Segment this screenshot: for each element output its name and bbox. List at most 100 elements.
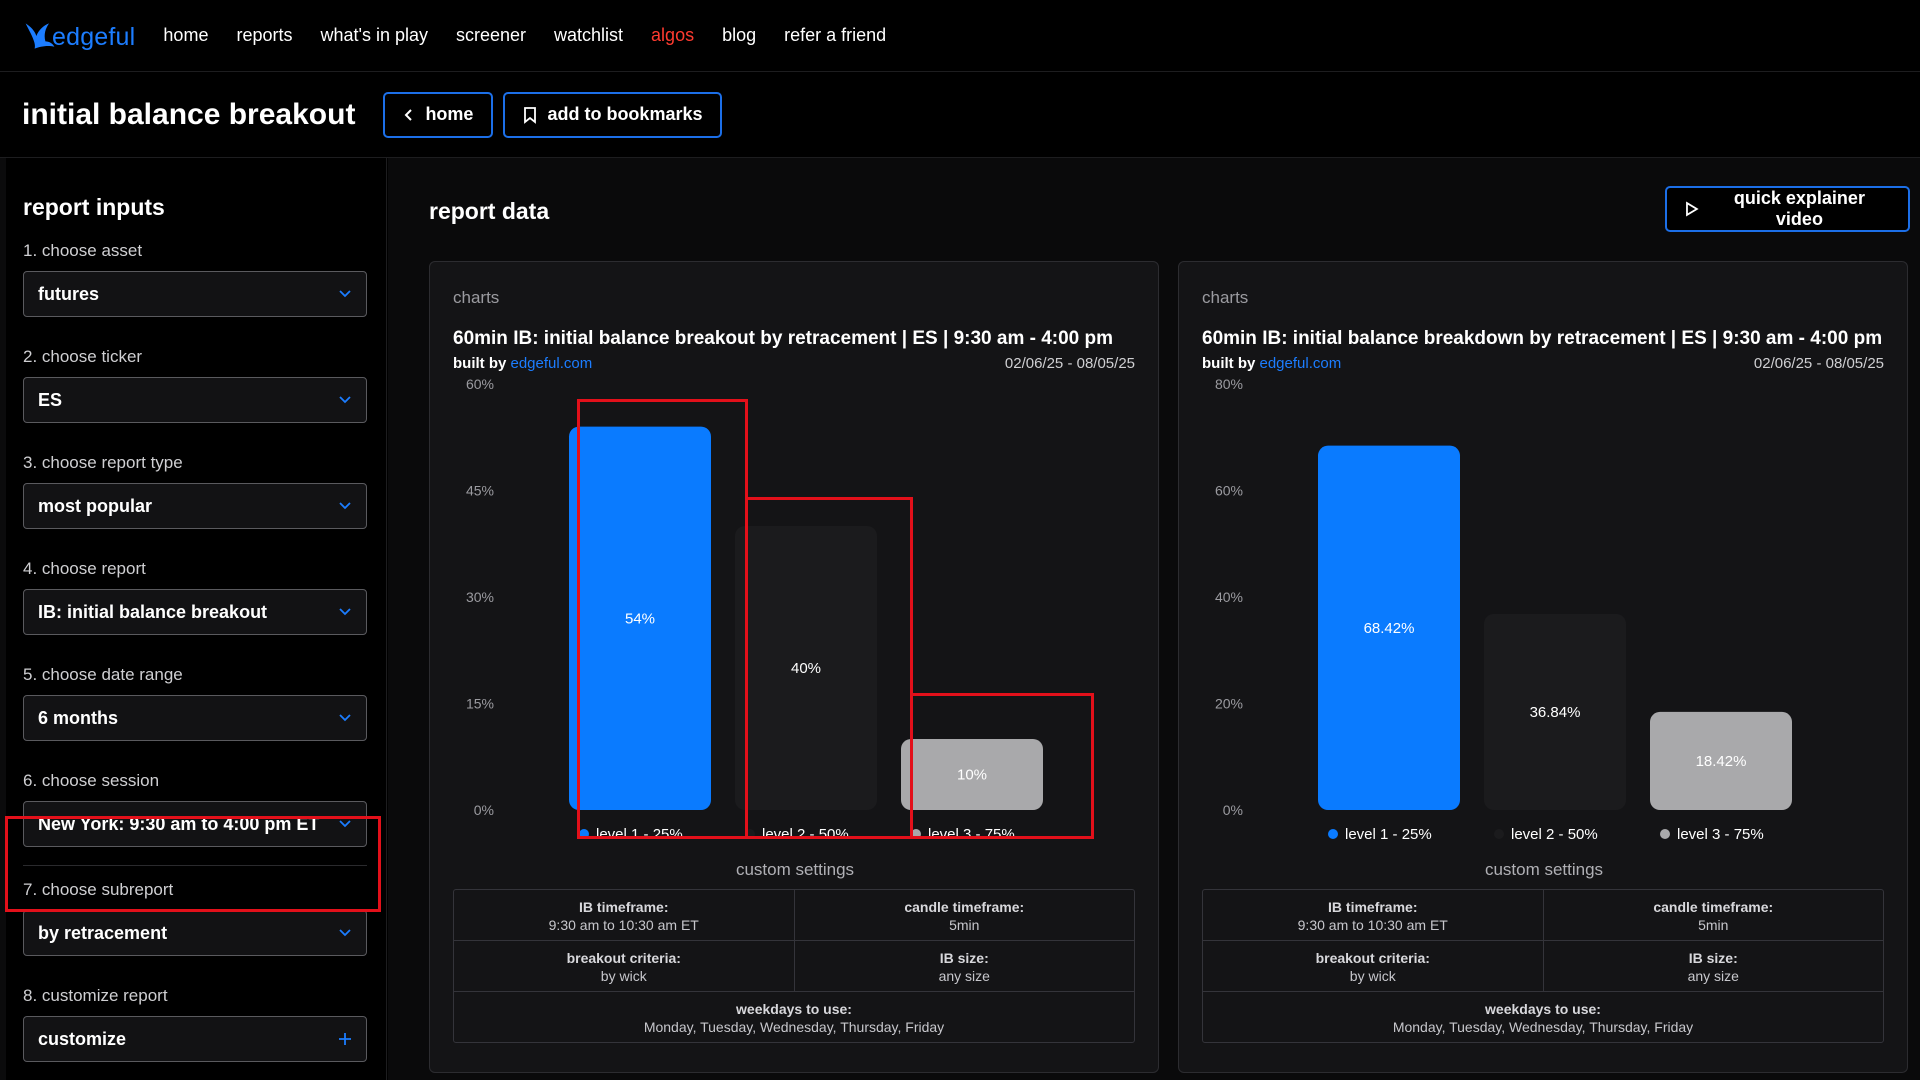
setting-value: Monday, Tuesday, Wednesday, Thursday, Fr… [1392, 1019, 1694, 1035]
select-field-3[interactable]: most popular [23, 483, 367, 529]
setting-key: breakout criteria: [566, 950, 681, 966]
report-data-panel: report data quick explainer video charts… [388, 158, 1920, 1080]
field-7: 7. choose subreport by retracement [23, 880, 367, 956]
y-tick-label: 15% [466, 696, 494, 712]
select-field-5[interactable]: 6 months [23, 695, 367, 741]
field-label: 3. choose report type [23, 453, 183, 472]
legend-label[interactable]: level 1 - 25% [1345, 826, 1432, 843]
setting-breakout-criteria: breakout criteria: by wick [454, 941, 794, 991]
logo[interactable]: edgeful [22, 18, 135, 54]
legend-label[interactable]: level 2 - 50% [762, 826, 849, 843]
field-label: 4. choose report [23, 559, 146, 578]
bar-chart: 0% 15% 30% 45% 60% 54% level 1 - 25% 40% level 2… [430, 372, 1160, 862]
bar-value-label: 36.84% [1530, 704, 1581, 721]
setting-ib-timeframe: IB timeframe: 9:30 am to 10:30 am ET [454, 890, 794, 940]
home-button[interactable]: home [383, 91, 494, 138]
chart-card-1: charts 60min IB: initial balance breakou… [429, 261, 1159, 1073]
setting-value: 5min [1698, 917, 1729, 933]
select-value: ES [38, 389, 63, 410]
legend-label[interactable]: level 3 - 75% [928, 826, 1015, 843]
settings-row: weekdays to use: Monday, Tuesday, Wednesd… [1203, 992, 1883, 1042]
custom-settings-table: IB timeframe: 9:30 am to 10:30 am ET cand… [453, 889, 1135, 1043]
setting-breakout-criteria: breakout criteria: by wick [1203, 941, 1543, 991]
field-1: 1. choose asset futures [23, 241, 367, 317]
legend-label[interactable]: level 2 - 50% [1511, 826, 1598, 843]
bookmark-icon [524, 106, 537, 124]
customize-button[interactable]: customize [23, 1016, 367, 1062]
legend-label[interactable]: level 3 - 75% [1677, 826, 1764, 843]
nav-link-reports[interactable]: reports [236, 25, 292, 46]
y-tick-label: 80% [1215, 376, 1243, 392]
nav-link-refer-a-friend[interactable]: refer a friend [784, 25, 886, 46]
card-kicker: charts [453, 288, 500, 307]
add-to-bookmarks-button[interactable]: add to bookmarks [503, 91, 723, 138]
select-value: IB: initial balance breakout [38, 601, 268, 622]
nav-link-screener[interactable]: screener [456, 25, 526, 46]
setting-value: 5min [949, 917, 980, 933]
legend-dot [745, 829, 755, 839]
select-field-6[interactable]: New York: 9:30 am to 4:00 pm ET [23, 801, 367, 847]
field-2: 2. choose ticker ES [23, 347, 367, 423]
date-range: 02/06/25 - 08/05/25 [1004, 355, 1135, 372]
y-tick-label: 40% [1215, 589, 1243, 605]
setting-value: any size [1687, 968, 1739, 984]
nav-link-what-s-in-play[interactable]: what's in play [320, 25, 428, 46]
chart-svg: 0% 20% 40% 60% 80% 68.42% level 1 - 25% 36.84% l… [1215, 376, 1792, 843]
quick-explainer-video-button[interactable]: quick explainer video [1665, 186, 1910, 232]
settings-row: IB timeframe: 9:30 am to 10:30 am ET cand… [454, 890, 1134, 941]
y-tick-label: 0% [474, 802, 494, 818]
select-value: New York: 9:30 am to 4:00 pm ET [38, 813, 320, 834]
setting-weekdays: weekdays to use: Monday, Tuesday, Wednesd… [454, 992, 1134, 1042]
setting-candle-timeframe: candle timeframe: 5min [793, 890, 1135, 940]
settings-row: IB timeframe: 9:30 am to 10:30 am ET cand… [1203, 890, 1883, 941]
custom-settings-title: custom settings [735, 860, 855, 879]
bar-value-label: 68.42% [1364, 620, 1415, 637]
select-value: by retracement [38, 922, 168, 943]
select-field-7[interactable]: by retracement [23, 910, 367, 956]
custom-settings-title: custom settings [1484, 860, 1604, 879]
legend-dot [1328, 829, 1338, 839]
y-tick-label: 20% [1215, 696, 1243, 712]
nav-link-algos[interactable]: algos [651, 25, 694, 46]
field-label: 6. choose session [23, 771, 160, 790]
built-by-text: built by [1202, 355, 1256, 372]
setting-key: weekdays to use: [1485, 1001, 1601, 1017]
page-title: initial balance breakout [22, 97, 356, 131]
edgeful-link[interactable]: edgeful.com [1260, 355, 1342, 372]
legend-dot [1494, 829, 1504, 839]
select-field-1[interactable]: futures [23, 271, 367, 317]
field-label: 7. choose subreport [23, 880, 174, 899]
setting-value: 9:30 am to 10:30 am ET [1297, 917, 1448, 933]
select-value: customize [38, 1028, 127, 1049]
settings-row: breakout criteria: by wick IB size: any si… [454, 941, 1134, 992]
select-field-4[interactable]: IB: initial balance breakout [23, 589, 367, 635]
setting-key: IB size: [939, 950, 989, 966]
y-tick-label: 60% [466, 376, 494, 392]
edgeful-link[interactable]: edgeful.com [511, 355, 593, 372]
select-value: futures [38, 283, 100, 304]
bar-value-label: 54% [625, 610, 655, 627]
logo-text: edgeful [52, 22, 136, 51]
field-label: 5. choose date range [23, 665, 183, 684]
report-data-title: report data [429, 198, 550, 224]
legend-label[interactable]: level 1 - 25% [596, 826, 683, 843]
select-field-2[interactable]: ES [23, 377, 367, 423]
date-range: 02/06/25 - 08/05/25 [1753, 355, 1884, 372]
setting-weekdays: weekdays to use: Monday, Tuesday, Wednesd… [1203, 992, 1883, 1042]
chart-card-2: charts 60min IB: initial balance breakdo… [1178, 261, 1908, 1073]
nav-link-blog[interactable]: blog [722, 25, 756, 46]
y-tick-label: 0% [1223, 802, 1243, 818]
bar-value-label: 18.42% [1696, 753, 1747, 770]
y-tick-label: 30% [466, 589, 494, 605]
chart-title: 60min IB: initial balance breakdown by r… [1202, 328, 1883, 349]
field-3: 3. choose report type most popular [23, 453, 367, 529]
chevron-down-icon [339, 820, 351, 828]
legend-dot [579, 829, 589, 839]
settings-row: breakout criteria: by wick IB size: any si… [1203, 941, 1883, 992]
nav-link-home[interactable]: home [163, 25, 208, 46]
setting-value: by wick [1349, 968, 1396, 984]
setting-candle-timeframe: candle timeframe: 5min [1542, 890, 1884, 940]
setting-key: IB timeframe: [579, 899, 669, 915]
plus-icon [339, 1033, 351, 1045]
nav-link-watchlist[interactable]: watchlist [554, 25, 623, 46]
